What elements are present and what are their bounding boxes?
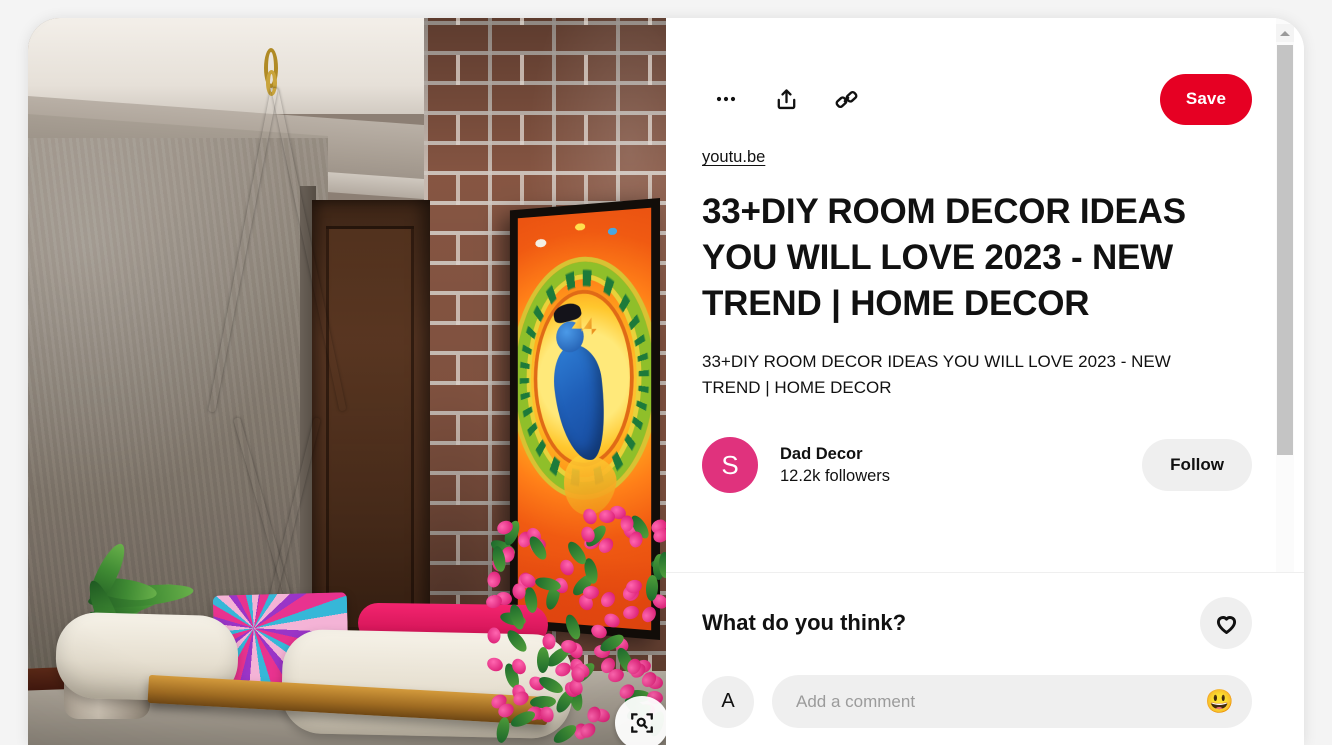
photo-flower xyxy=(598,589,618,609)
photo-leaf-sprig xyxy=(504,627,530,655)
detail-scrollbar[interactable] xyxy=(1276,18,1294,572)
comment-input-wrapper[interactable]: 😃 xyxy=(772,675,1252,728)
user-avatar[interactable]: A xyxy=(702,676,754,728)
photo-flower xyxy=(580,507,598,527)
chevron-up-icon[interactable] xyxy=(1276,24,1294,42)
photo-leaf-sprig xyxy=(563,613,583,642)
photo-flower xyxy=(558,558,576,578)
photo-flower xyxy=(538,705,555,724)
pin-detail-pane: Save youtu.be 33+DIY ROOM DECOR IDEAS YO… xyxy=(666,18,1304,745)
creator-followers: 12.2k followers xyxy=(780,467,890,486)
save-button[interactable]: Save xyxy=(1160,74,1252,125)
photo-flower xyxy=(583,585,600,599)
comments-header: What do you think? xyxy=(702,597,1252,649)
pin-closeup-page: Save youtu.be 33+DIY ROOM DECOR IDEAS YO… xyxy=(0,0,1332,745)
ellipsis-icon[interactable] xyxy=(702,75,750,123)
page-title: 33+DIY ROOM DECOR IDEAS YOU WILL LOVE 20… xyxy=(702,189,1252,327)
pin-description: 33+DIY ROOM DECOR IDEAS YOU WILL LOVE 20… xyxy=(702,349,1232,401)
pin-detail-scroll-area: Save youtu.be 33+DIY ROOM DECOR IDEAS YO… xyxy=(666,18,1304,572)
pin-closeup-card: Save youtu.be 33+DIY ROOM DECOR IDEAS YO… xyxy=(28,18,1304,745)
photo-flower xyxy=(621,604,640,621)
photo-flower xyxy=(486,570,502,588)
scroll-up-arrow xyxy=(1280,31,1290,36)
pin-detail-body: youtu.be 33+DIY ROOM DECOR IDEAS YOU WIL… xyxy=(666,132,1304,493)
comments-section: What do you think? A 😃 xyxy=(666,572,1304,745)
comment-input[interactable] xyxy=(796,692,1203,712)
photo-flower xyxy=(487,627,500,643)
follow-button[interactable]: Follow xyxy=(1142,439,1252,491)
comments-heading: What do you think? xyxy=(702,610,906,636)
photo-flower xyxy=(640,605,659,625)
creator-row: S Dad Decor 12.2k followers Follow xyxy=(702,437,1252,493)
creator-meta: Dad Decor 12.2k followers xyxy=(780,445,890,486)
photo-leaf-sprig xyxy=(526,534,549,563)
source-domain-link[interactable]: youtu.be xyxy=(702,148,765,167)
photo-leaf-sprig xyxy=(537,647,550,673)
creator-name[interactable]: Dad Decor xyxy=(780,445,890,464)
comment-composer: A 😃 xyxy=(702,675,1252,728)
share-icon[interactable] xyxy=(762,75,810,123)
link-icon[interactable] xyxy=(822,75,870,123)
photo-leaf-sprig xyxy=(495,716,512,744)
photo-leaf-sprig xyxy=(537,674,566,697)
avatar[interactable]: S xyxy=(702,437,758,493)
photo-leaf-sprig xyxy=(524,586,540,614)
pin-action-bar: Save xyxy=(666,18,1304,132)
visual-search-icon[interactable] xyxy=(615,696,666,745)
photo-flower xyxy=(486,656,506,674)
scrollbar-thumb[interactable] xyxy=(1277,45,1293,455)
pin-image[interactable] xyxy=(28,18,666,745)
smiley-icon[interactable]: 😃 xyxy=(1203,690,1236,713)
heart-icon[interactable] xyxy=(1200,597,1252,649)
photo-leaf-sprig xyxy=(507,603,526,631)
pin-photo xyxy=(28,18,666,745)
